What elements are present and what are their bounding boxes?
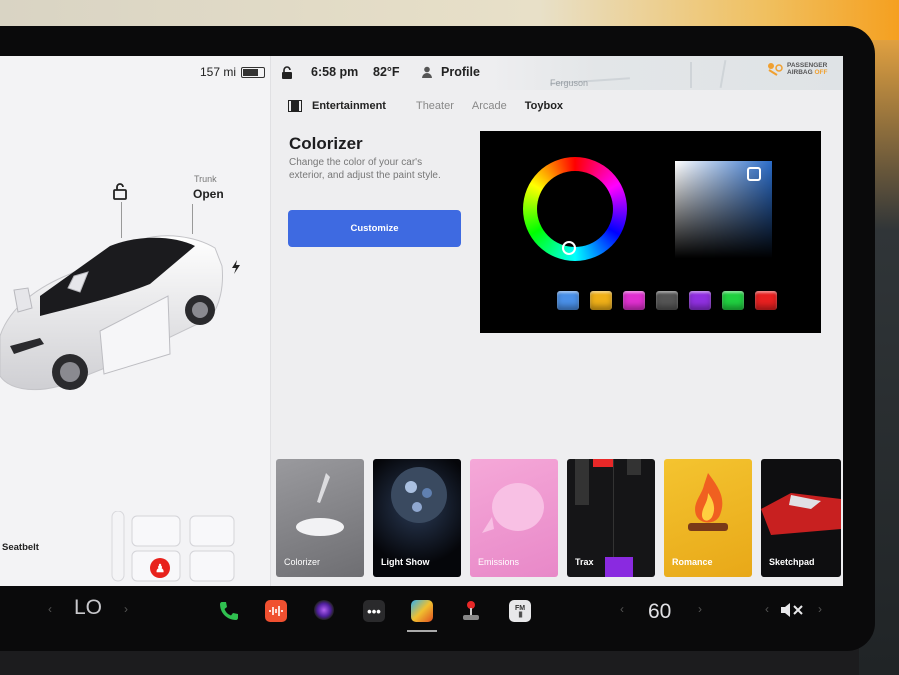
swatch-green[interactable] xyxy=(722,291,744,310)
swatch-gray[interactable] xyxy=(656,291,678,310)
passenger-airbag-indicator: PASSENGER AIRBAG OFF xyxy=(767,62,827,76)
profile-icon xyxy=(422,66,432,78)
tile-colorizer[interactable]: Colorizer xyxy=(276,459,364,577)
bottom-dock: ‹ LO › ••• FM |||||| ‹ 60 › ‹ › xyxy=(0,586,860,636)
airbag-line3: OFF xyxy=(814,69,828,76)
camera-icon xyxy=(314,600,334,620)
color-swatches xyxy=(557,291,777,310)
fm-radio-icon: FM |||||| xyxy=(509,600,531,622)
clock: 6:58 pm xyxy=(311,65,359,79)
volume-muted-icon xyxy=(781,603,803,617)
saturation-value-square[interactable] xyxy=(675,161,772,258)
profile-button[interactable]: Profile xyxy=(421,64,480,80)
lock-status[interactable] xyxy=(281,64,293,80)
tile-label: Colorizer xyxy=(284,557,321,567)
airbag-icon xyxy=(768,63,783,76)
touchscreen: Trunk Open Seatbelt ♟ Ferguson 157 mi 6:… xyxy=(0,56,843,586)
seat-diagram xyxy=(111,511,235,582)
camera-button[interactable] xyxy=(314,600,334,620)
swatch-magenta[interactable] xyxy=(623,291,645,310)
hue-ring-knob[interactable] xyxy=(562,241,576,255)
piano-key xyxy=(593,459,613,467)
color-picker-preview[interactable] xyxy=(480,131,821,333)
seatbelt-label: Seatbelt xyxy=(2,542,39,553)
volume-down[interactable]: ‹ xyxy=(765,602,769,616)
phone-button[interactable] xyxy=(217,600,239,627)
seatbelt-warning-icon: ♟ xyxy=(150,558,170,578)
colorizer-title: Colorizer xyxy=(289,134,363,153)
customize-button[interactable]: Customize xyxy=(288,210,461,247)
tile-light-show[interactable]: Light Show xyxy=(373,459,461,577)
colorizer-description: Change the color of your car's exterior,… xyxy=(289,157,441,181)
active-app-indicator xyxy=(407,630,437,632)
map-road xyxy=(690,62,692,88)
arcade-button[interactable] xyxy=(460,600,482,627)
trunk-label: Trunk xyxy=(194,174,217,184)
battery-icon xyxy=(241,66,266,78)
status-range: 157 mi xyxy=(200,64,266,80)
entertainment-tabbar: Entertainment Theater Arcade Toybox xyxy=(288,100,581,112)
car-panel: Trunk Open Seatbelt ♟ xyxy=(0,56,271,586)
trunk-open-button[interactable]: Open xyxy=(193,187,224,201)
tile-sketchpad[interactable]: Sketchpad xyxy=(761,459,841,577)
temp-down-left[interactable]: ‹ xyxy=(48,602,52,616)
mute-button[interactable] xyxy=(780,602,804,623)
fm-label: FM xyxy=(514,604,526,612)
tab-arcade[interactable]: Arcade xyxy=(472,100,507,112)
airbag-line2: AIRBAG xyxy=(787,69,813,76)
joystick-icon xyxy=(463,601,479,620)
more-apps-button[interactable]: ••• xyxy=(363,600,385,622)
temp-up-right[interactable]: › xyxy=(698,602,702,616)
unlock-icon[interactable] xyxy=(112,182,128,200)
airbag-line1: PASSENGER xyxy=(787,62,828,69)
outside-temp: 82°F xyxy=(373,65,400,79)
range-text: 157 mi xyxy=(200,65,237,79)
piano-key xyxy=(605,557,633,577)
fireplace-icon xyxy=(688,473,728,531)
left-temp[interactable]: LO xyxy=(74,596,102,620)
tile-label: Trax xyxy=(575,557,594,567)
temp-down-right[interactable]: ‹ xyxy=(620,602,624,616)
swatch-purple[interactable] xyxy=(689,291,711,310)
tile-trax[interactable]: Trax xyxy=(567,459,655,577)
piano-key xyxy=(627,459,641,475)
swatch-red[interactable] xyxy=(755,291,777,310)
toybox-icon xyxy=(411,600,433,622)
swatch-blue[interactable] xyxy=(557,291,579,310)
tab-toybox[interactable]: Toybox xyxy=(525,100,563,112)
tile-romance[interactable]: Romance xyxy=(664,459,752,577)
tile-label: Emissions xyxy=(478,557,520,567)
tile-label: Sketchpad xyxy=(769,557,815,567)
disco-ball-icon xyxy=(391,467,447,523)
paint-dropper-icon xyxy=(296,473,344,536)
swatch-yellow[interactable] xyxy=(590,291,612,310)
temp-up-left[interactable]: › xyxy=(124,602,128,616)
toybox-button[interactable] xyxy=(407,600,437,632)
whoopee-cushion-icon xyxy=(482,483,544,533)
volume-up[interactable]: › xyxy=(818,602,822,616)
tile-label: Romance xyxy=(672,557,713,567)
tile-label: Light Show xyxy=(381,557,430,567)
profile-label: Profile xyxy=(441,65,480,79)
audio-button[interactable] xyxy=(265,600,287,622)
section-title: Entertainment xyxy=(312,100,386,112)
tab-theater[interactable]: Theater xyxy=(416,100,454,112)
unlock-icon xyxy=(282,65,292,79)
map-road xyxy=(719,60,727,88)
map-street-label: Ferguson xyxy=(550,78,589,88)
sketchpad-car-icon xyxy=(761,493,841,535)
saturation-knob[interactable] xyxy=(747,167,761,181)
car-3d-model[interactable] xyxy=(0,226,250,406)
hue-ring-center xyxy=(537,171,613,247)
waveform-icon xyxy=(265,600,287,622)
toybox-tiles: Colorizer Light Show Emissions Trax Roma… xyxy=(276,459,841,577)
ellipsis-icon: ••• xyxy=(363,600,385,622)
piano-key xyxy=(575,459,589,505)
phone-icon xyxy=(220,602,238,620)
tile-emissions[interactable]: Emissions xyxy=(470,459,558,577)
right-temp[interactable]: 60 xyxy=(648,600,671,624)
film-icon xyxy=(288,100,302,112)
radio-button[interactable]: FM |||||| xyxy=(509,600,531,622)
